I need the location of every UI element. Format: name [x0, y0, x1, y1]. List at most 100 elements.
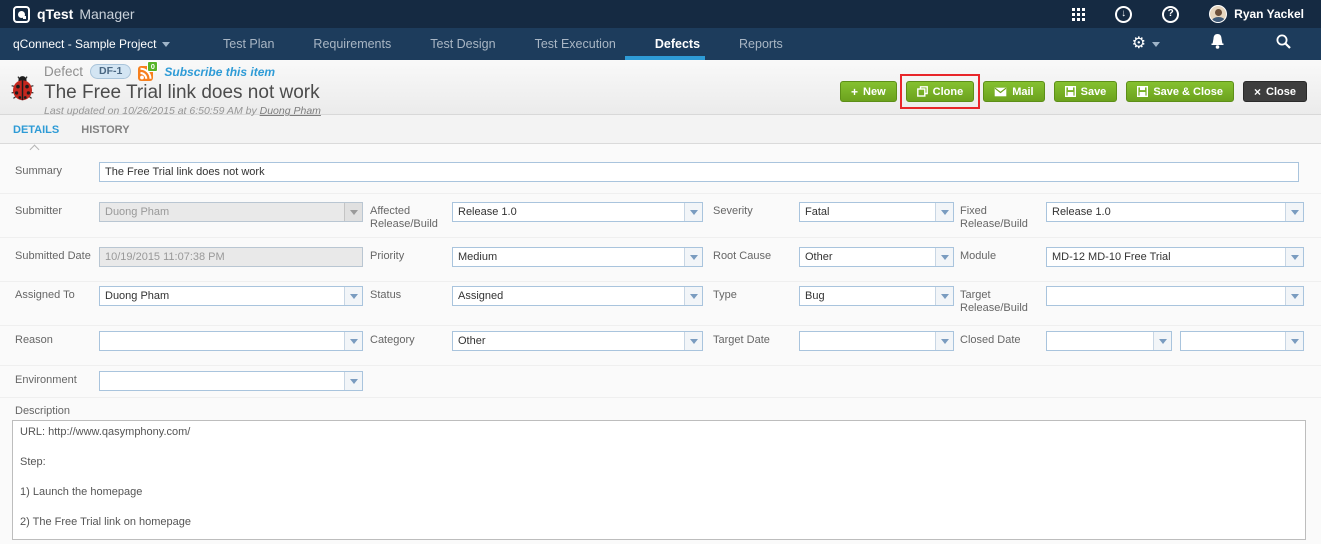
nav-bar: qConnect - Sample Project Test Plan Requ…	[0, 28, 1321, 60]
closed-time-picker[interactable]	[1180, 331, 1304, 351]
user-menu[interactable]: Ryan Yackel	[1209, 5, 1304, 23]
severity-label: Severity	[713, 205, 753, 217]
reason-label: Reason	[15, 334, 53, 346]
target-release-label: Target Release/Build	[960, 289, 1028, 314]
target-date-label: Target Date	[713, 334, 770, 346]
nav-item-test-plan[interactable]: Test Plan	[223, 28, 274, 60]
subscribe-link[interactable]: Subscribe this item	[164, 65, 275, 79]
severity-select[interactable]: Fatal	[799, 202, 954, 222]
type-label: Type	[713, 289, 737, 301]
help-icon[interactable]: ?	[1162, 5, 1180, 23]
chevron-down-icon	[344, 332, 362, 350]
submitted-date-field: 10/19/2015 11:07:38 PM	[99, 247, 363, 267]
assigned-to-select[interactable]: Duong Pham	[99, 286, 363, 306]
chevron-down-icon	[1285, 332, 1303, 350]
plus-icon: +	[851, 84, 859, 99]
closed-date-label: Closed Date	[960, 334, 1021, 346]
chevron-down-icon	[344, 203, 362, 221]
submitter-select: Duong Pham	[99, 202, 363, 222]
user-name: Ryan Yackel	[1234, 7, 1304, 21]
root-cause-label: Root Cause	[713, 250, 772, 262]
fixed-release-select[interactable]: Release 1.0	[1046, 202, 1304, 222]
qtest-logo-icon	[13, 5, 30, 23]
fixed-release-label: Fixed Release/Build	[960, 205, 1028, 230]
priority-select[interactable]: Medium	[452, 247, 703, 267]
nav-item-test-design[interactable]: Test Design	[430, 28, 495, 60]
reason-select[interactable]	[99, 331, 363, 351]
tab-history[interactable]: HISTORY	[81, 124, 129, 136]
search-icon[interactable]	[1275, 33, 1292, 55]
product-name: Manager	[79, 6, 135, 22]
category-label: Category	[370, 334, 415, 346]
save-and-close-button[interactable]: Save & Close	[1126, 81, 1235, 102]
category-select[interactable]: Other	[452, 331, 703, 351]
qtest-logo: qTest Manager	[13, 5, 135, 23]
settings-menu[interactable]: ⚙	[1132, 36, 1160, 52]
summary-label: Summary	[15, 165, 63, 177]
bell-icon[interactable]	[1210, 33, 1225, 55]
target-date-picker[interactable]	[799, 331, 954, 351]
description-textarea[interactable]: URL: http://www.qasymphony.com/ Step: 1)…	[12, 420, 1306, 540]
defect-form: Summary Submitter Duong Pham Affected Re…	[0, 144, 1321, 544]
closed-date-picker[interactable]	[1046, 331, 1172, 351]
chevron-down-icon	[935, 287, 953, 305]
rss-count-badge: 0	[147, 60, 159, 72]
toolbar: + New Clone Mail Save Save & Close × Clo…	[840, 74, 1307, 109]
target-release-select[interactable]	[1046, 286, 1304, 306]
chevron-down-icon	[162, 41, 171, 47]
clone-button[interactable]: Clone	[905, 81, 975, 102]
assigned-to-label: Assigned To	[15, 289, 75, 301]
affected-release-select[interactable]: Release 1.0	[452, 202, 703, 222]
chevron-down-icon	[684, 287, 702, 305]
mail-icon	[994, 87, 1007, 97]
avatar	[1209, 5, 1228, 23]
chevron-down-icon	[935, 203, 953, 221]
description-label: Description	[15, 405, 71, 417]
chevron-down-icon	[1285, 248, 1303, 266]
environment-select[interactable]	[99, 371, 363, 391]
chevron-down-icon	[344, 372, 362, 390]
new-button[interactable]: + New	[840, 81, 897, 102]
environment-label: Environment	[15, 374, 77, 386]
tab-details[interactable]: DETAILS	[13, 124, 59, 136]
last-updated-user-link[interactable]: Duong Pham	[260, 105, 321, 117]
collapse-handle[interactable]	[28, 145, 42, 152]
chevron-down-icon	[1152, 41, 1160, 47]
detail-tabs: DETAILS HISTORY	[0, 115, 1321, 144]
defect-bug-icon	[8, 73, 37, 107]
download-icon[interactable]: ↓	[1115, 5, 1133, 23]
chevron-down-icon	[935, 332, 953, 350]
chevron-down-icon	[935, 248, 953, 266]
submitted-date-label: Submitted Date	[15, 250, 91, 262]
mail-button[interactable]: Mail	[983, 81, 1045, 102]
module-select[interactable]: MD-12 MD-10 Free Trial	[1046, 247, 1304, 267]
nav-item-test-execution[interactable]: Test Execution	[535, 28, 616, 60]
project-selector-label: qConnect - Sample Project	[13, 37, 157, 51]
last-updated-text: Last updated on 10/26/2015 at 6:50:59 AM…	[44, 105, 321, 117]
module-label: Module	[960, 250, 997, 262]
affected-release-label: Affected Release/Build	[370, 205, 438, 230]
defect-header: Defect DF-1 0 Subscribe this item The Fr…	[0, 60, 1321, 117]
close-button[interactable]: × Close	[1243, 81, 1307, 102]
save-button[interactable]: Save	[1053, 81, 1118, 102]
rss-icon[interactable]: 0	[138, 60, 159, 81]
brand-name: qTest	[37, 6, 74, 22]
submitter-label: Submitter	[15, 205, 63, 217]
status-select[interactable]: Assigned	[452, 286, 703, 306]
app-grid-icon[interactable]	[1072, 7, 1086, 21]
summary-input[interactable]	[99, 162, 1299, 182]
chevron-down-icon	[684, 332, 702, 350]
priority-label: Priority	[370, 250, 405, 262]
nav-item-reports[interactable]: Reports	[739, 28, 783, 60]
chevron-down-icon	[1285, 203, 1303, 221]
project-selector[interactable]: qConnect - Sample Project	[13, 37, 171, 51]
chevron-down-icon	[1285, 287, 1303, 305]
type-select[interactable]: Bug	[799, 286, 954, 306]
nav-item-requirements[interactable]: Requirements	[313, 28, 391, 60]
defect-id-badge: DF-1	[90, 64, 132, 79]
root-cause-select[interactable]: Other	[799, 247, 954, 267]
clone-icon	[916, 86, 928, 97]
page-title: The Free Trial link does not work	[44, 82, 320, 103]
status-label: Status	[370, 289, 402, 301]
chevron-down-icon	[344, 287, 362, 305]
